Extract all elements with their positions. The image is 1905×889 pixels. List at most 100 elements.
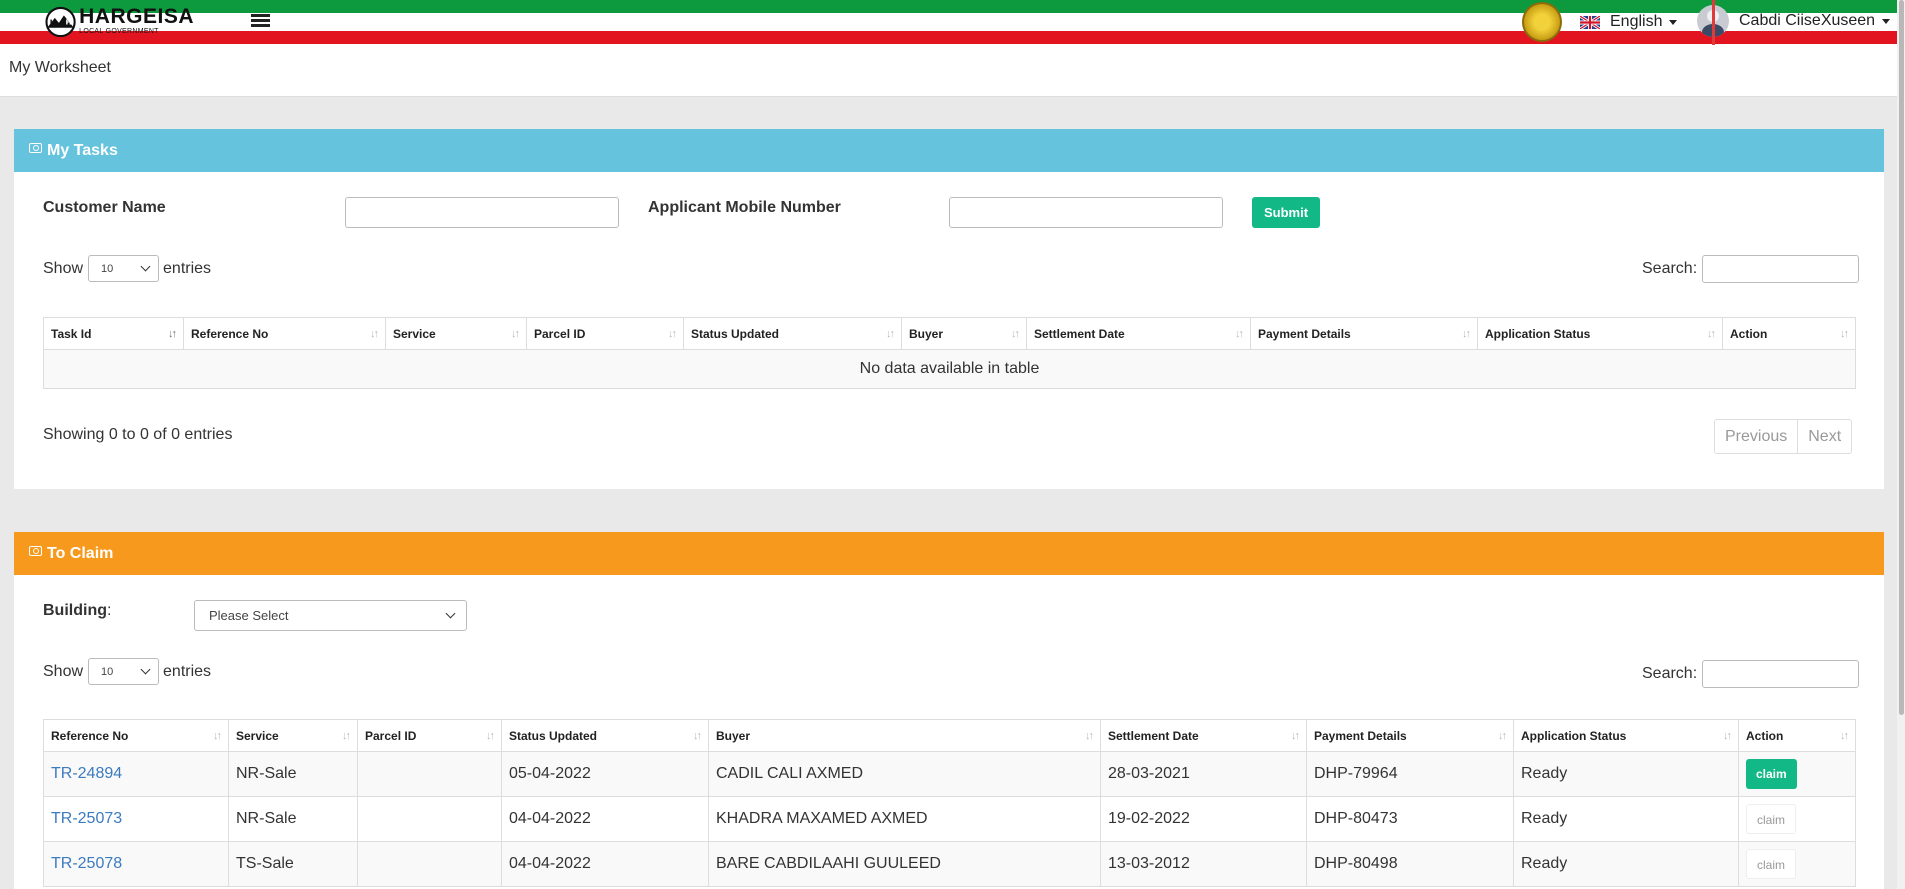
mobile-number-label: Applicant Mobile Number xyxy=(648,199,841,216)
column-header[interactable]: Action ↓↑ xyxy=(1722,317,1856,350)
show-label: Show xyxy=(43,259,84,277)
empty-table-message: No data available in table xyxy=(43,349,1856,389)
table-search: Search: xyxy=(1642,255,1860,283)
building-select-value: Please Select xyxy=(209,608,289,623)
reference-link[interactable]: TR-25078 xyxy=(51,855,122,872)
column-header[interactable]: Application Status ↓↑ xyxy=(1513,719,1739,752)
parcel-cell xyxy=(357,796,502,842)
sort-icon: ↓↑ xyxy=(486,730,495,742)
to-claim-title: To Claim xyxy=(47,544,114,562)
column-header[interactable]: Parcel ID ↓↑ xyxy=(357,719,502,752)
service-cell: NR-Sale xyxy=(228,751,358,797)
column-header[interactable]: Reference No ↓↑ xyxy=(183,317,386,350)
column-header[interactable]: Status Updated ↓↑ xyxy=(683,317,902,350)
my-tasks-panel: My Tasks Customer Name Applicant Mobile … xyxy=(14,129,1884,489)
entries-value: 10 xyxy=(101,665,114,678)
scrollbar-thumb[interactable] xyxy=(1899,0,1904,715)
column-header[interactable]: Buyer ↓↑ xyxy=(708,719,1101,752)
svg-text:H: H xyxy=(50,17,56,26)
entries-label: entries xyxy=(163,662,212,680)
sort-icon: ↓↑ xyxy=(213,730,222,742)
settlement-date-cell: 13-03-2012 xyxy=(1100,841,1307,887)
column-header[interactable]: Payment Details ↓↑ xyxy=(1306,719,1514,752)
page-title: My Worksheet xyxy=(9,59,111,76)
claim-button[interactable]: claim xyxy=(1746,759,1797,789)
table-row: TR-24894 NR-Sale 05-04-2022 CADIL CALI A… xyxy=(43,751,1856,797)
sort-icon: ↓↑ xyxy=(342,730,351,742)
entries-select[interactable]: 10 xyxy=(88,255,160,282)
search-input[interactable] xyxy=(1702,660,1860,688)
menu-toggle-icon[interactable] xyxy=(251,14,270,28)
column-header[interactable]: Status Updated ↓↑ xyxy=(501,719,709,752)
settlement-date-cell: 19-02-2022 xyxy=(1100,796,1307,842)
reference-cell[interactable]: TR-25073 xyxy=(43,796,229,842)
reference-link[interactable]: TR-24894 xyxy=(51,765,122,782)
table-row: No data available in table xyxy=(43,349,1856,389)
sort-icon: ↓↑ xyxy=(668,328,677,340)
sort-icon: ↓↑ xyxy=(1840,328,1849,340)
claim-button[interactable]: claim xyxy=(1746,849,1797,879)
user-name: Cabdi CiiseXuseen xyxy=(1739,12,1876,29)
column-header[interactable]: Task Id ↓↑ xyxy=(43,317,184,350)
reference-cell[interactable]: TR-24894 xyxy=(43,751,229,797)
reference-cell[interactable]: TR-25078 xyxy=(43,841,229,887)
submit-button[interactable]: Submit xyxy=(1252,197,1321,228)
sort-icon: ↓↑ xyxy=(1840,730,1849,742)
payment-details-cell: DHP-80498 xyxy=(1306,841,1514,887)
mobile-number-input[interactable] xyxy=(949,197,1223,228)
my-tasks-header: My Tasks xyxy=(14,129,1884,172)
svg-text:H: H xyxy=(66,17,72,26)
action-cell: claim xyxy=(1738,796,1856,842)
column-header[interactable]: Buyer ↓↑ xyxy=(901,317,1027,350)
caret-down-icon xyxy=(1882,18,1891,24)
sort-icon: ↓↑ xyxy=(886,328,895,340)
logo-text: HARGEISA LOCAL GOVERNMENT xyxy=(79,6,194,35)
to-claim-panel: To Claim Building: Please Select Show 10… xyxy=(14,532,1884,889)
customer-name-label: Customer Name xyxy=(43,199,166,216)
column-header[interactable]: Settlement Date ↓↑ xyxy=(1100,719,1307,752)
column-header[interactable]: Settlement Date ↓↑ xyxy=(1026,317,1251,350)
reference-link[interactable]: TR-25073 xyxy=(51,810,122,827)
column-header[interactable]: Service ↓↑ xyxy=(228,719,358,752)
column-header[interactable]: Service ↓↑ xyxy=(385,317,527,350)
buyer-cell: BARE CABDILAAHI GUULEED xyxy=(708,841,1101,887)
entries-length-control: Show 10 entries xyxy=(43,255,211,282)
language-dropdown[interactable]: English xyxy=(1580,11,1678,33)
entries-label: entries xyxy=(163,259,212,277)
parcel-cell xyxy=(357,751,502,797)
customer-name-input[interactable] xyxy=(345,197,619,228)
table-row: TR-25073 NR-Sale 04-04-2022 KHADRA MAXAM… xyxy=(43,796,1856,842)
sort-icon: ↓↑ xyxy=(1498,730,1507,742)
sort-icon: ↓↑ xyxy=(1723,730,1732,742)
column-header[interactable]: Reference No ↓↑ xyxy=(43,719,229,752)
user-menu[interactable]: Cabdi CiiseXuseen xyxy=(1697,5,1891,37)
my-tasks-table: Task Id ↓↑ Reference No ↓↑ Service ↓↑ Parce… xyxy=(43,317,1856,389)
search-input[interactable] xyxy=(1702,255,1860,283)
avatar xyxy=(1697,5,1729,37)
sort-icon: ↓↑ xyxy=(370,328,379,340)
language-label: English xyxy=(1610,13,1663,30)
government-seal-icon xyxy=(1522,2,1562,42)
search-label: Search: xyxy=(1642,260,1698,277)
to-claim-header: To Claim xyxy=(14,532,1884,575)
column-header[interactable]: Application Status ↓↑ xyxy=(1477,317,1723,350)
table-info: Showing 0 to 0 of 0 entries xyxy=(43,426,233,443)
previous-page-button[interactable]: Previous xyxy=(1715,420,1797,453)
next-page-button[interactable]: Next xyxy=(1797,420,1851,453)
application-status-cell: Ready xyxy=(1513,796,1739,842)
entries-select[interactable]: 10 xyxy=(88,658,160,685)
status-updated-cell: 05-04-2022 xyxy=(501,751,709,797)
service-cell: TS-Sale xyxy=(228,841,358,887)
to-claim-table: Reference No ↓↑ Service ↓↑ Parcel ID ↓↑ Sta… xyxy=(43,719,1856,887)
column-header[interactable]: Parcel ID ↓↑ xyxy=(526,317,684,350)
column-header[interactable]: Action ↓↑ xyxy=(1738,719,1856,752)
hargeisa-logo[interactable]: H H HARGEISA LOCAL GOVERNMENT xyxy=(44,3,194,41)
top-header: H H HARGEISA LOCAL GOVERNMENT English Ca… xyxy=(0,0,1905,58)
building-select[interactable]: Please Select xyxy=(194,600,467,631)
camera-icon xyxy=(29,545,42,556)
show-label: Show xyxy=(43,662,84,680)
pagination: Previous Next xyxy=(1714,419,1853,454)
claim-button[interactable]: claim xyxy=(1746,804,1797,834)
caret-down-icon xyxy=(1669,19,1678,25)
column-header[interactable]: Payment Details ↓↑ xyxy=(1250,317,1478,350)
